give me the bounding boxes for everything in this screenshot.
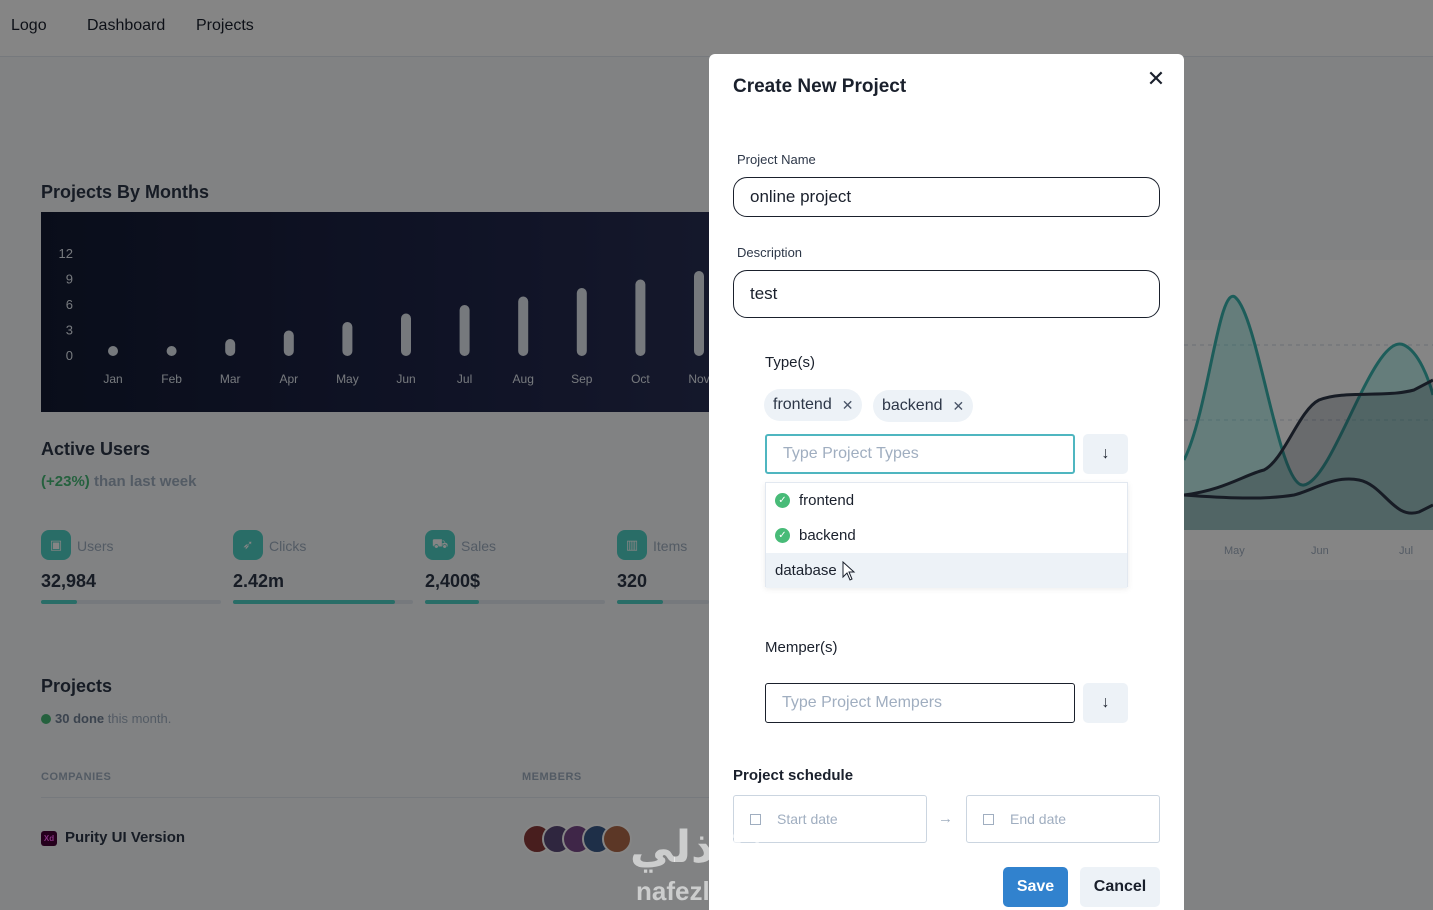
mouse-cursor-icon (842, 561, 856, 581)
watermark-logo: نفذلي nafezly.com (630, 822, 805, 910)
check-circle-icon: ✓ (775, 528, 790, 543)
members-dropdown-button[interactable]: ↓ (1083, 683, 1128, 723)
watermark-arabic-text: نفذلي (630, 822, 765, 873)
arrow-down-icon: ↓ (1101, 694, 1110, 711)
description-label: Description (737, 245, 803, 260)
cancel-button[interactable]: Cancel (1080, 867, 1160, 907)
arrow-down-icon: ↓ (1101, 445, 1110, 462)
type-tag-backend: backend ✕ (873, 390, 974, 422)
modal-title: Create New Project (733, 76, 907, 97)
close-icon[interactable]: ✕ (1142, 66, 1170, 94)
remove-tag-icon[interactable]: ✕ (953, 398, 965, 415)
project-name-input[interactable]: online project (733, 177, 1160, 217)
dropdown-option-frontend[interactable]: ✓ frontend (766, 483, 1127, 518)
tag-label: frontend (773, 396, 832, 413)
calendar-icon (983, 813, 994, 825)
members-label: Memper(s) (765, 639, 838, 656)
remove-tag-icon[interactable]: ✕ (842, 397, 854, 414)
type-search-input[interactable]: Type Project Types (765, 434, 1075, 474)
member-search-input[interactable]: Type Project Mempers (765, 683, 1075, 723)
option-label: frontend (799, 492, 855, 509)
end-date-input[interactable]: End date (966, 795, 1160, 843)
end-date-placeholder: End date (1010, 811, 1067, 827)
description-input[interactable]: test (733, 270, 1160, 318)
create-project-modal: Create New Project ✕ Project Name online… (709, 54, 1184, 910)
types-dropdown-button[interactable]: ↓ (1083, 434, 1128, 474)
project-name-label: Project Name (737, 152, 816, 167)
tag-label: backend (882, 397, 943, 414)
types-label: Type(s) (765, 354, 816, 371)
dropdown-option-database[interactable]: database (766, 553, 1127, 588)
dropdown-option-backend[interactable]: ✓ backend (766, 518, 1127, 553)
watermark-latin-text: nafezly.com (636, 876, 783, 906)
project-schedule-label: Project schedule (733, 767, 854, 784)
option-label: backend (799, 527, 856, 544)
save-button[interactable]: Save (1003, 867, 1068, 907)
option-label: database (775, 562, 837, 579)
types-dropdown-menu: ✓ frontend ✓ backend database (765, 482, 1128, 588)
check-circle-icon: ✓ (775, 493, 790, 508)
type-tag-frontend: frontend ✕ (764, 389, 863, 421)
arrow-right-icon: → (938, 810, 953, 827)
